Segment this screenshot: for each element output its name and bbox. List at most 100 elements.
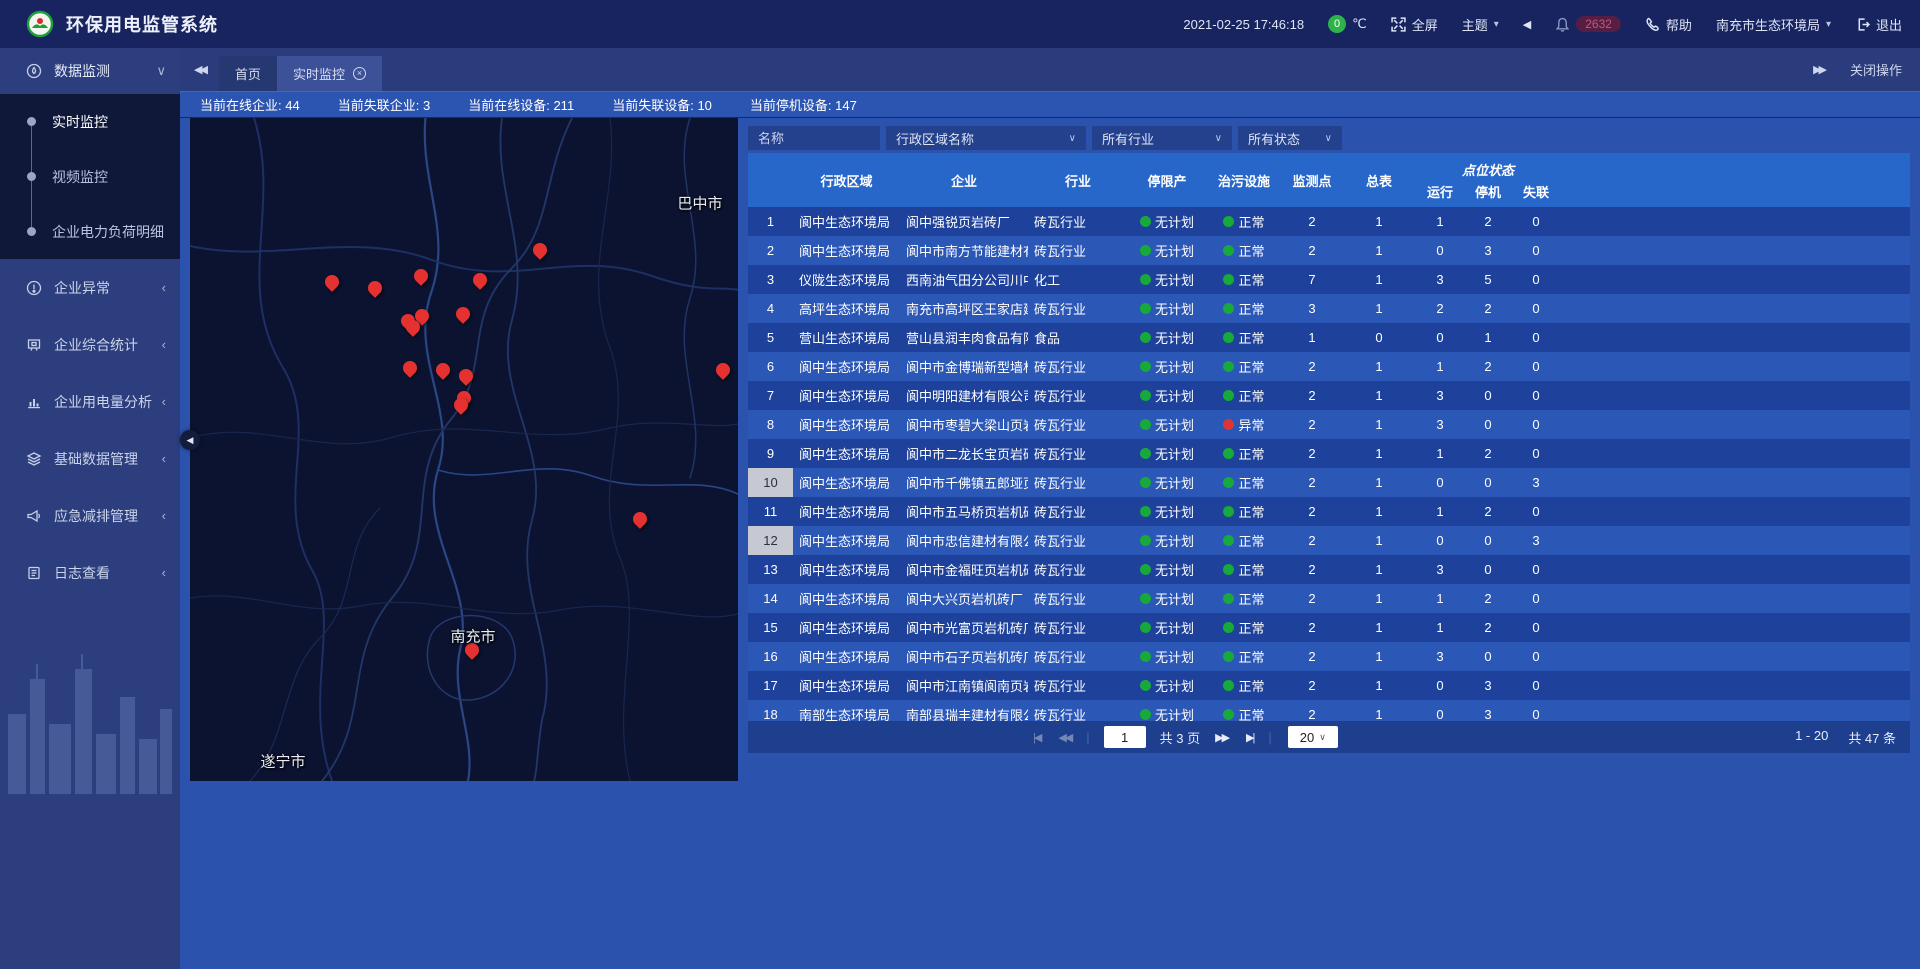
sidebar-item-power-analysis[interactable]: 企业用电量分析 ‹ bbox=[0, 373, 180, 430]
table-row[interactable]: 16阆中生态环境局阆中市石子页岩机砖厂砖瓦行业无计划正常21300 bbox=[748, 642, 1910, 671]
chevron-down-icon: ∨ bbox=[1215, 133, 1222, 144]
sidebar-item-data-monitor[interactable]: 数据监测 ∨ bbox=[0, 48, 180, 94]
map-pin[interactable] bbox=[365, 278, 385, 298]
logout-button[interactable]: 退出 bbox=[1855, 15, 1902, 34]
table-row[interactable]: 11阆中生态环境局阆中市五马桥页岩机砖砖瓦行业无计划正常21120 bbox=[748, 497, 1910, 526]
table-row[interactable]: 3仪陇生态环境局西南油气田分公司川中化工无计划正常71350 bbox=[748, 265, 1910, 294]
table-row[interactable]: 2阆中生态环境局阆中市南方节能建材有砖瓦行业无计划正常21030 bbox=[748, 236, 1910, 265]
cell-region: 阆中生态环境局 bbox=[793, 352, 900, 381]
map-pin[interactable] bbox=[322, 272, 342, 292]
cell-filler bbox=[1560, 497, 1910, 526]
app-logo-icon bbox=[26, 10, 54, 38]
map-pin[interactable] bbox=[400, 358, 420, 378]
sidebar-item-video-monitor[interactable]: 视频监控 bbox=[0, 149, 180, 204]
cell-company: 阆中市金博瑞新型墙材 bbox=[900, 352, 1028, 381]
sidebar-item-emergency-reduction[interactable]: 应急减排管理 ‹ bbox=[0, 487, 180, 544]
cell-running: 3 bbox=[1416, 381, 1464, 410]
region-select[interactable]: 行政区域名称∨ bbox=[886, 126, 1086, 150]
status-dot-icon bbox=[1223, 216, 1234, 227]
tabs-scroll-right-icon[interactable]: ▶▶ bbox=[1813, 63, 1824, 76]
status-dot-icon bbox=[1223, 274, 1234, 285]
theme-menu[interactable]: 主题▾ bbox=[1462, 15, 1499, 34]
fullscreen-button[interactable]: 全屏 bbox=[1391, 15, 1438, 34]
table-row[interactable]: 13阆中生态环境局阆中市金福旺页岩机砖砖瓦行业无计划正常21300 bbox=[748, 555, 1910, 584]
page-size-select[interactable]: 20∨ bbox=[1288, 726, 1338, 748]
map-panel[interactable]: 巴中市南充市遂宁市 bbox=[190, 118, 738, 781]
status-dot-icon bbox=[1140, 303, 1151, 314]
col-point-status-group: 点位状态 bbox=[1416, 153, 1560, 180]
status-dot-icon bbox=[1140, 361, 1151, 372]
phone-icon bbox=[1645, 17, 1660, 32]
announcement-toggle[interactable]: ◀ bbox=[1523, 18, 1531, 31]
map-pin[interactable] bbox=[470, 270, 490, 290]
cell-stopped: 2 bbox=[1464, 439, 1512, 468]
map-pin[interactable] bbox=[411, 266, 431, 286]
map-pin[interactable] bbox=[713, 360, 733, 380]
map-pin[interactable] bbox=[630, 509, 650, 529]
sidebar-item-realtime-monitor[interactable]: 实时监控 bbox=[0, 94, 180, 149]
chevron-down-icon: ▾ bbox=[1826, 19, 1831, 30]
name-search-input[interactable] bbox=[748, 126, 880, 150]
sidebar-submenu: 实时监控 视频监控 企业电力负荷明细 bbox=[0, 94, 180, 259]
tab-realtime-monitor[interactable]: 实时监控 × bbox=[277, 56, 382, 91]
table-row[interactable]: 17阆中生态环境局阆中市江南镇阆南页岩砖瓦行业无计划正常21030 bbox=[748, 671, 1910, 700]
sidebar-item-enterprise-statistics[interactable]: 企业综合统计 ‹ bbox=[0, 316, 180, 373]
map-pin[interactable] bbox=[433, 360, 453, 380]
bar-chart-icon bbox=[26, 394, 42, 410]
table-row[interactable]: 7阆中生态环境局阆中明阳建材有限公司砖瓦行业无计划正常21300 bbox=[748, 381, 1910, 410]
first-page-icon[interactable]: |◀ bbox=[1033, 731, 1040, 744]
cell-monitor-points: 2 bbox=[1282, 381, 1342, 410]
tab-home[interactable]: 首页 bbox=[219, 56, 277, 91]
table-row[interactable]: 5营山生态环境局营山县润丰肉食品有限食品无计划正常10010 bbox=[748, 323, 1910, 352]
tabs-scroll-left-icon[interactable]: ◀◀ bbox=[180, 63, 219, 76]
industry-select[interactable]: 所有行业∨ bbox=[1092, 126, 1232, 150]
table-row[interactable]: 4高坪生态环境局南充市高坪区王家店建砖瓦行业无计划正常31220 bbox=[748, 294, 1910, 323]
notifications[interactable]: 2632 bbox=[1555, 16, 1621, 32]
last-page-icon[interactable]: ▶| bbox=[1246, 731, 1253, 744]
cell-stopped: 0 bbox=[1464, 381, 1512, 410]
close-operations-menu[interactable]: 关闭操作 bbox=[1850, 60, 1902, 79]
close-tab-icon[interactable]: × bbox=[353, 67, 366, 80]
sidebar-collapse-handle[interactable]: ◀ bbox=[180, 430, 200, 450]
table-row[interactable]: 12阆中生态环境局阆中市忠信建材有限公砖瓦行业无计划正常21003 bbox=[748, 526, 1910, 555]
cell-filler bbox=[1560, 265, 1910, 294]
table-row[interactable]: 6阆中生态环境局阆中市金博瑞新型墙材砖瓦行业无计划正常21120 bbox=[748, 352, 1910, 381]
table-row[interactable]: 9阆中生态环境局阆中市二龙长宝页岩砖砖瓦行业无计划正常21120 bbox=[748, 439, 1910, 468]
table-row[interactable]: 18南部生态环境局南部县瑞丰建材有限公砖瓦行业无计划正常21030 bbox=[748, 700, 1910, 721]
bullet-dot-icon bbox=[27, 172, 36, 181]
cell-industry: 砖瓦行业 bbox=[1028, 381, 1128, 410]
table-row[interactable]: 1阆中生态环境局阆中强锐页岩砖厂砖瓦行业无计划正常21120 bbox=[748, 207, 1910, 236]
tab-bar: ◀◀ 首页 实时监控 × ▶▶ 关闭操作 bbox=[180, 48, 1920, 91]
map-pin[interactable] bbox=[453, 304, 473, 324]
map-pin[interactable] bbox=[530, 240, 550, 260]
status-select[interactable]: 所有状态∨ bbox=[1238, 126, 1342, 150]
table-row[interactable]: 15阆中生态环境局阆中市光富页岩机砖厂砖瓦行业无计划正常21120 bbox=[748, 613, 1910, 642]
table-row[interactable]: 14阆中生态环境局阆中大兴页岩机砖厂砖瓦行业无计划正常21120 bbox=[748, 584, 1910, 613]
cell-disconnected: 0 bbox=[1512, 613, 1560, 642]
sidebar-item-base-data[interactable]: 基础数据管理 ‹ bbox=[0, 430, 180, 487]
chevron-left-icon: ‹ bbox=[162, 565, 166, 580]
cell-industry: 砖瓦行业 bbox=[1028, 526, 1128, 555]
table-row[interactable]: 8阆中生态环境局阆中市枣碧大梁山页岩砖瓦行业无计划异常21300 bbox=[748, 410, 1910, 439]
help-button[interactable]: 帮助 bbox=[1645, 15, 1692, 34]
sidebar-item-power-load-detail[interactable]: 企业电力负荷明细 bbox=[0, 204, 180, 259]
status-dot-icon bbox=[1223, 506, 1234, 517]
page-number-input[interactable] bbox=[1104, 726, 1146, 748]
chevron-down-icon: ∨ bbox=[1319, 732, 1326, 743]
table-row[interactable]: 10阆中生态环境局阆中市千佛镇五郎垭页岩砖瓦行业无计划正常21003 bbox=[748, 468, 1910, 497]
cell-running: 0 bbox=[1416, 700, 1464, 721]
cell-monitor-points: 2 bbox=[1282, 352, 1342, 381]
cell-total-meter: 1 bbox=[1342, 236, 1416, 265]
org-menu[interactable]: 南充市生态环境局▾ bbox=[1716, 15, 1831, 34]
next-page-icon[interactable]: ▶▶ bbox=[1215, 731, 1228, 744]
sidebar-item-logs[interactable]: 日志查看 ‹ bbox=[0, 544, 180, 601]
pager-divider: | bbox=[1086, 730, 1089, 745]
cell-stopped: 1 bbox=[1464, 323, 1512, 352]
cell-index: 14 bbox=[748, 584, 793, 613]
cell-disconnected: 0 bbox=[1512, 410, 1560, 439]
cell-running: 3 bbox=[1416, 642, 1464, 671]
cell-running: 3 bbox=[1416, 555, 1464, 584]
sidebar-item-enterprise-abnormal[interactable]: 企业异常 ‹ bbox=[0, 259, 180, 316]
map-pin[interactable] bbox=[456, 366, 476, 386]
prev-page-icon[interactable]: ◀◀ bbox=[1058, 731, 1071, 744]
